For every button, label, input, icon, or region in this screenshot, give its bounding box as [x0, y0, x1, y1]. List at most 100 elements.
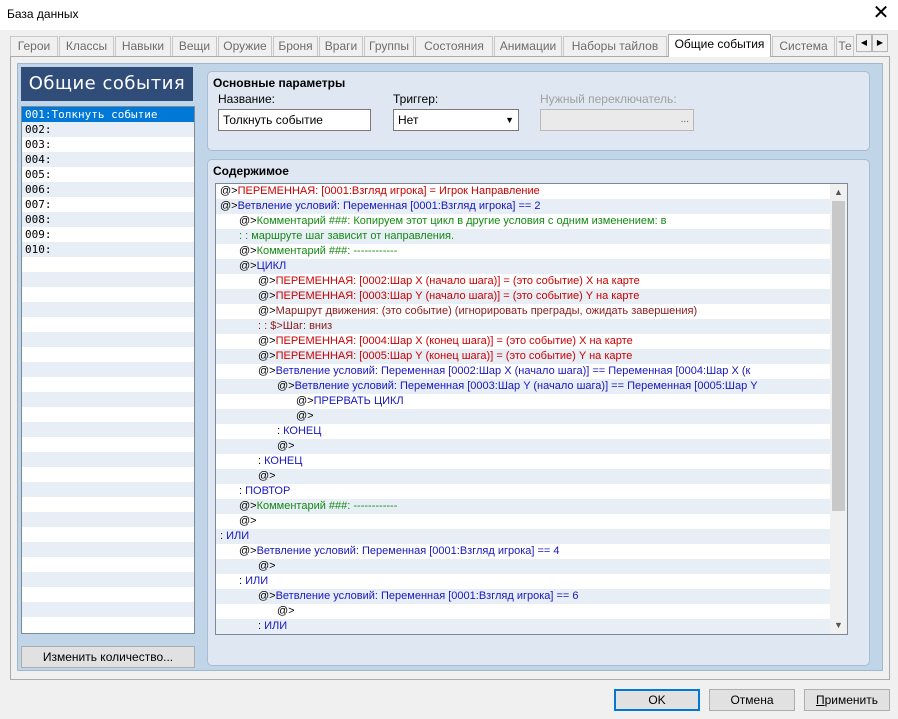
list-item[interactable]: @> — [216, 514, 830, 529]
list-item[interactable]: 008: — [22, 212, 194, 227]
list-item[interactable]: 002: — [22, 122, 194, 137]
list-item[interactable]: : : маршруте шаг зависит от направления. — [216, 229, 830, 244]
tab-11[interactable]: Общие события — [668, 34, 771, 57]
list-item[interactable]: 009: — [22, 227, 194, 242]
list-item[interactable]: 005: — [22, 167, 194, 182]
tab-10[interactable]: Наборы тайлов — [563, 36, 667, 56]
list-item[interactable] — [22, 407, 194, 422]
list-item[interactable]: @>Комментарий ###: Копируем этот цикл в … — [216, 214, 830, 229]
list-item[interactable]: : ПОВТОР — [216, 484, 830, 499]
tab-6[interactable]: Враги — [319, 36, 363, 56]
tab-scroll-arrows: ◀ ▶ — [856, 34, 890, 52]
list-item[interactable] — [22, 467, 194, 482]
list-item[interactable]: @>Ветвление условий: Переменная [0003:Ша… — [216, 379, 830, 394]
event-list[interactable]: 001:Толкнуть событие 002: 003: 004: 005: 006:… — [21, 106, 195, 634]
tab-12[interactable]: Система — [772, 36, 835, 56]
list-item[interactable]: @> — [216, 439, 830, 454]
list-item[interactable] — [22, 497, 194, 512]
scroll-thumb[interactable] — [832, 201, 845, 511]
list-item[interactable] — [22, 512, 194, 527]
cancel-button[interactable]: Отмена — [709, 689, 795, 711]
list-item[interactable] — [22, 572, 194, 587]
tab-3[interactable]: Вещи — [172, 36, 217, 56]
list-item[interactable]: @>ПЕРЕМЕННАЯ: [0004:Шар X (конец шага)] … — [216, 334, 830, 349]
list-item[interactable]: @>ЦИКЛ — [216, 259, 830, 274]
list-item[interactable] — [22, 527, 194, 542]
list-item[interactable]: @>Ветвление условий: Переменная [0001:Вз… — [216, 589, 830, 604]
list-item[interactable] — [22, 287, 194, 302]
list-item[interactable] — [22, 377, 194, 392]
list-item[interactable]: 006: — [22, 182, 194, 197]
list-item[interactable]: 004: — [22, 152, 194, 167]
list-item[interactable]: : ИЛИ — [216, 619, 830, 634]
list-item[interactable]: @> — [216, 409, 830, 424]
list-item[interactable]: @>ПЕРЕМЕННАЯ: [0005:Шар Y (конец шага)] … — [216, 349, 830, 364]
scroll-down-icon[interactable]: ▼ — [830, 617, 847, 634]
command-text: @> — [258, 560, 276, 572]
list-item[interactable]: @>ПРЕРВАТЬ ЦИКЛ — [216, 394, 830, 409]
event-command-list[interactable]: @>ПЕРЕМЕННАЯ: [0001:Взгляд игрока] = Игр… — [215, 183, 848, 635]
name-field[interactable]: Толкнуть событие — [218, 109, 371, 131]
tab-13[interactable]: Те — [836, 36, 854, 56]
list-item[interactable]: @>ПЕРЕМЕННАЯ: [0002:Шар X (начало шага)]… — [216, 274, 830, 289]
list-item[interactable] — [22, 257, 194, 272]
close-icon[interactable]: ✕ — [864, 0, 898, 28]
ok-button[interactable]: OK — [614, 689, 700, 711]
list-item[interactable]: : КОНЕЦ — [216, 454, 830, 469]
tab-4[interactable]: Оружие — [218, 36, 272, 56]
list-item[interactable]: @> — [216, 559, 830, 574]
apply-button[interactable]: Применить — [804, 689, 890, 711]
tab-7[interactable]: Группы — [364, 36, 414, 56]
tab-1[interactable]: Классы — [59, 36, 114, 56]
list-item[interactable]: 007: — [22, 197, 194, 212]
list-item[interactable] — [22, 362, 194, 377]
list-item[interactable]: @>Ветвление условий: Переменная [0001:Вз… — [216, 544, 830, 559]
list-item[interactable]: : ИЛИ — [216, 529, 830, 544]
list-item[interactable] — [22, 422, 194, 437]
change-count-button[interactable]: Изменить количество... — [21, 646, 195, 668]
list-item[interactable] — [22, 557, 194, 572]
vertical-scrollbar[interactable]: ▲ ▼ — [830, 184, 847, 634]
list-item[interactable] — [22, 332, 194, 347]
tab-scroll-left-icon[interactable]: ◀ — [856, 34, 872, 52]
list-item[interactable]: : КОНЕЦ — [216, 424, 830, 439]
list-item[interactable]: 003: — [22, 137, 194, 152]
list-item[interactable]: @>Комментарий ###: ------------ — [216, 244, 830, 259]
trigger-select[interactable]: Нет ▼ — [393, 109, 519, 131]
list-item[interactable]: : ИЛИ — [216, 574, 830, 589]
command-text: ИЛИ — [245, 575, 269, 587]
tab-5[interactable]: Броня — [273, 36, 318, 56]
list-item[interactable] — [22, 542, 194, 557]
apply-mnemonic: П — [815, 693, 825, 707]
list-item[interactable] — [22, 392, 194, 407]
list-item[interactable] — [22, 302, 194, 317]
list-item[interactable]: : : $>Шаг: вниз — [216, 319, 830, 334]
list-item[interactable] — [22, 587, 194, 602]
list-item[interactable] — [22, 617, 194, 632]
list-item[interactable]: @>Ветвление условий: Переменная [0001:Вз… — [216, 199, 830, 214]
command-text: ИЛИ — [226, 530, 250, 542]
list-item[interactable] — [22, 452, 194, 467]
list-item[interactable]: @>ПЕРЕМЕННАЯ: [0003:Шар Y (начало шага)]… — [216, 289, 830, 304]
tab-9[interactable]: Анимации — [494, 36, 562, 56]
tab-0[interactable]: Герои — [10, 36, 58, 56]
list-item[interactable]: @>Ветвление условий: Переменная [0002:Ша… — [216, 364, 830, 379]
list-item[interactable]: @> — [216, 469, 830, 484]
list-item[interactable]: 001:Толкнуть событие — [22, 107, 194, 122]
list-item[interactable] — [22, 437, 194, 452]
tab-2[interactable]: Навыки — [115, 36, 171, 56]
list-item[interactable]: @>Маршрут движения: (это событие) (игнор… — [216, 304, 830, 319]
list-item[interactable]: @>Комментарий ###: ------------ — [216, 499, 830, 514]
command-text: @> — [296, 410, 314, 422]
list-item[interactable] — [22, 347, 194, 362]
tab-8[interactable]: Состояния — [415, 36, 493, 56]
list-item[interactable] — [22, 482, 194, 497]
list-item[interactable] — [22, 317, 194, 332]
list-item[interactable]: @> — [216, 604, 830, 619]
scroll-up-icon[interactable]: ▲ — [830, 184, 847, 201]
list-item[interactable]: 010: — [22, 242, 194, 257]
list-item[interactable] — [22, 602, 194, 617]
list-item[interactable] — [22, 272, 194, 287]
list-item[interactable]: @>ПЕРЕМЕННАЯ: [0001:Взгляд игрока] = Игр… — [216, 184, 830, 199]
tab-scroll-right-icon[interactable]: ▶ — [872, 34, 888, 52]
